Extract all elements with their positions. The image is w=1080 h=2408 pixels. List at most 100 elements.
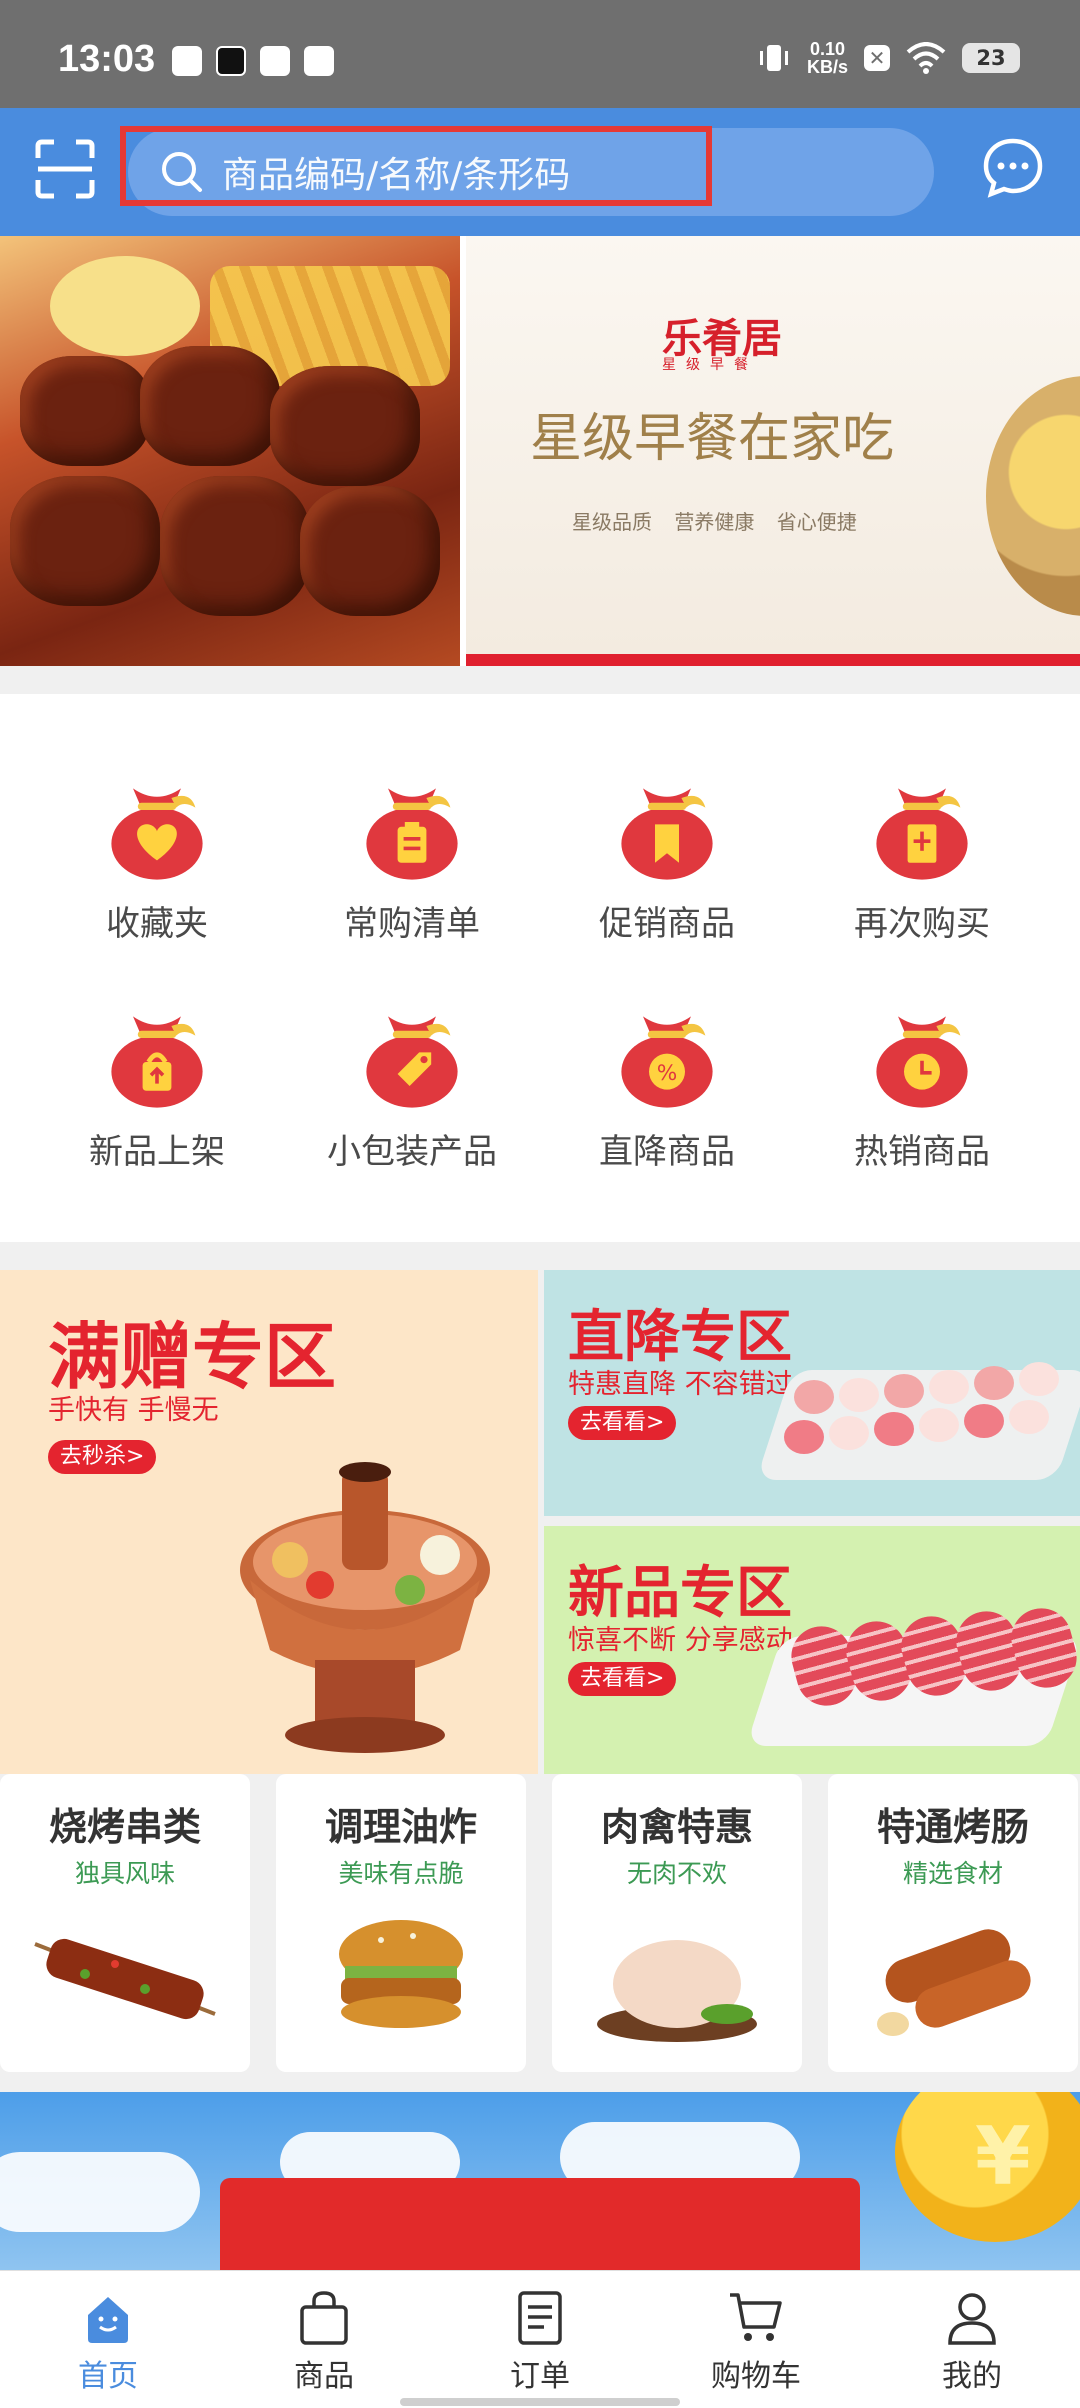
- shortcut-label: 再次购买: [854, 904, 990, 944]
- promo-zhijiang-card[interactable]: 直降专区 特惠直降 不容错过 去看看>: [544, 1270, 1080, 1516]
- category-subtitle: 无肉不欢: [626, 1859, 727, 1888]
- nav-label: 首页: [78, 2359, 138, 2394]
- promo-xinpin-title: 新品专区: [568, 1561, 792, 1626]
- category-image: [339, 1920, 463, 2028]
- category-subtitle: 独具风味: [74, 1859, 175, 1888]
- banner-title: 星级早餐在家吃: [530, 409, 895, 469]
- category-title: 肉禽特惠: [600, 1805, 753, 1849]
- promo-zhijiang-button[interactable]: 去看看>: [568, 1406, 677, 1440]
- category-title: 烧烤串类: [48, 1805, 201, 1849]
- promo-zhijiang-sub: 特惠直降 不容错过: [568, 1369, 793, 1400]
- network-speed: 0.10 KB/s: [807, 40, 848, 76]
- shortcut-item[interactable]: 促销商品: [567, 774, 767, 945]
- battery-indicator: 23: [962, 43, 1020, 73]
- bookmark-bag-icon: [621, 788, 713, 880]
- no-sim-icon: ✕: [864, 45, 890, 71]
- category-card[interactable]: 肉禽特惠 无肉不欢: [552, 1774, 802, 2072]
- meatball: [974, 1366, 1014, 1400]
- wifi-icon: [906, 42, 946, 74]
- tiktok-notification-icon: [216, 46, 246, 76]
- shortcut-label: 直降商品: [599, 1132, 735, 1172]
- user-icon: [948, 2293, 996, 2345]
- meat-chunk: [10, 476, 160, 606]
- home-indicator: [400, 2398, 680, 2406]
- tag-bag-icon: [366, 1016, 458, 1108]
- promo-xinpin-card[interactable]: 新品专区 惊喜不断 分享感动 去看看>: [544, 1526, 1080, 1774]
- bottom-promo-banner[interactable]: ¥: [0, 2092, 1080, 2270]
- meatball: [839, 1378, 879, 1412]
- promo-zone: 满赠专区 手快有 手慢无 去秒杀> 直降专区 特惠直降 不容错过 去看看> 新品…: [0, 1270, 1080, 1774]
- svg-text:%: %: [657, 1061, 678, 1086]
- category-image: [597, 1940, 757, 2042]
- discount-bag-icon: %: [621, 1016, 713, 1108]
- meatball: [919, 1408, 959, 1442]
- meatball: [829, 1416, 869, 1450]
- nav-item[interactable]: 首页: [38, 2287, 178, 2395]
- link-notification-icon: [260, 46, 290, 76]
- message-icon[interactable]: [982, 136, 1044, 198]
- status-time: 13:03: [58, 38, 156, 80]
- shortcut-item[interactable]: 收藏夹: [57, 774, 257, 945]
- shortcut-label: 新品上架: [89, 1132, 225, 1172]
- top-header: 商品编码/名称/条形码: [0, 108, 1080, 236]
- mail-notification-icon: [304, 46, 334, 76]
- banner-bbq-image: [0, 236, 460, 666]
- nav-item[interactable]: 订单: [470, 2287, 610, 2395]
- shortcut-item[interactable]: 新品上架: [57, 1002, 257, 1173]
- search-placeholder: 商品编码/名称/条形码: [222, 155, 571, 196]
- brand-subtitle: 星级早餐: [662, 357, 758, 373]
- banner-carousel[interactable]: 乐肴居 星级早餐 星级早餐在家吃 星级品质 营养健康 省心便捷: [0, 236, 1080, 666]
- promo-xinpin-button[interactable]: 去看看>: [568, 1662, 677, 1696]
- shortcut-label: 热销商品: [854, 1132, 990, 1172]
- promo-manzeng-card[interactable]: 满赠专区 手快有 手慢无 去秒杀>: [0, 1270, 538, 1774]
- nav-item[interactable]: 我的: [902, 2287, 1042, 2395]
- meat-chunk: [160, 476, 310, 616]
- promo-manzeng-sub: 手快有 手慢无: [48, 1395, 219, 1426]
- nav-label: 我的: [942, 2359, 1002, 2394]
- network-speed-value: 0.10: [809, 39, 846, 59]
- category-title: 调理油炸: [324, 1805, 477, 1849]
- meat-chunk: [300, 486, 440, 616]
- search-icon: [162, 152, 202, 192]
- nav-label: 购物车: [711, 2359, 801, 2394]
- home-icon: [88, 2297, 128, 2343]
- category-card[interactable]: 特通烤肠 精选食材: [828, 1774, 1078, 2072]
- category-image: [877, 1929, 1031, 2036]
- heart-bag-icon: [111, 788, 203, 880]
- steamed-bun-image: [986, 376, 1080, 616]
- shortcut-item[interactable]: 常购清单: [312, 774, 512, 945]
- promo-manzeng-button[interactable]: 去秒杀>: [48, 1440, 157, 1474]
- cloud: [0, 2152, 200, 2232]
- cart-icon: [730, 2293, 782, 2341]
- network-speed-unit: KB/s: [806, 57, 848, 77]
- nav-label: 订单: [510, 2359, 570, 2394]
- order-icon: [518, 2291, 562, 2345]
- app-notification-icon: [172, 46, 202, 76]
- shortcut-item[interactable]: 热销商品: [822, 1002, 1022, 1173]
- receipt-bag-icon: [876, 788, 968, 880]
- bottom-nav: 首页 商品 订单 购物车 我的: [0, 2270, 1080, 2408]
- nav-item[interactable]: 购物车: [686, 2287, 826, 2395]
- category-card[interactable]: 烧烤串类 独具风味: [0, 1774, 250, 2072]
- promo-zhijiang-title: 直降专区: [568, 1305, 792, 1370]
- scan-icon[interactable]: [34, 138, 96, 200]
- shortcut-item[interactable]: % 直降商品: [567, 1002, 767, 1173]
- vibrate-icon: [759, 45, 788, 71]
- category-subtitle: 美味有点脆: [338, 1859, 464, 1888]
- shortcut-item[interactable]: 小包装产品: [312, 1002, 512, 1173]
- nav-item[interactable]: 商品: [254, 2287, 394, 2395]
- notification-icons: [172, 46, 334, 76]
- hotpot-image: [240, 1462, 490, 1753]
- banner-breakfast-slide: 乐肴居 星级早餐 星级早餐在家吃 星级品质 营养健康 省心便捷: [466, 236, 1080, 666]
- category-subtitle: 精选食材: [902, 1859, 1003, 1888]
- meatball: [794, 1380, 834, 1414]
- nav-label: 商品: [294, 2359, 354, 2394]
- meat-chunk: [270, 366, 420, 486]
- shortcut-label: 促销商品: [599, 904, 735, 944]
- shortcut-item[interactable]: 再次购买: [822, 774, 1022, 945]
- clock-bag-icon: [876, 1016, 968, 1108]
- category-card[interactable]: 调理油炸 美味有点脆: [276, 1774, 526, 2072]
- list-bag-icon: [366, 788, 458, 880]
- banner-tags: 星级品质 营养健康 省心便捷: [572, 510, 857, 534]
- status-bar: 13:03 0.10 KB/s ✕ 23: [0, 0, 1080, 108]
